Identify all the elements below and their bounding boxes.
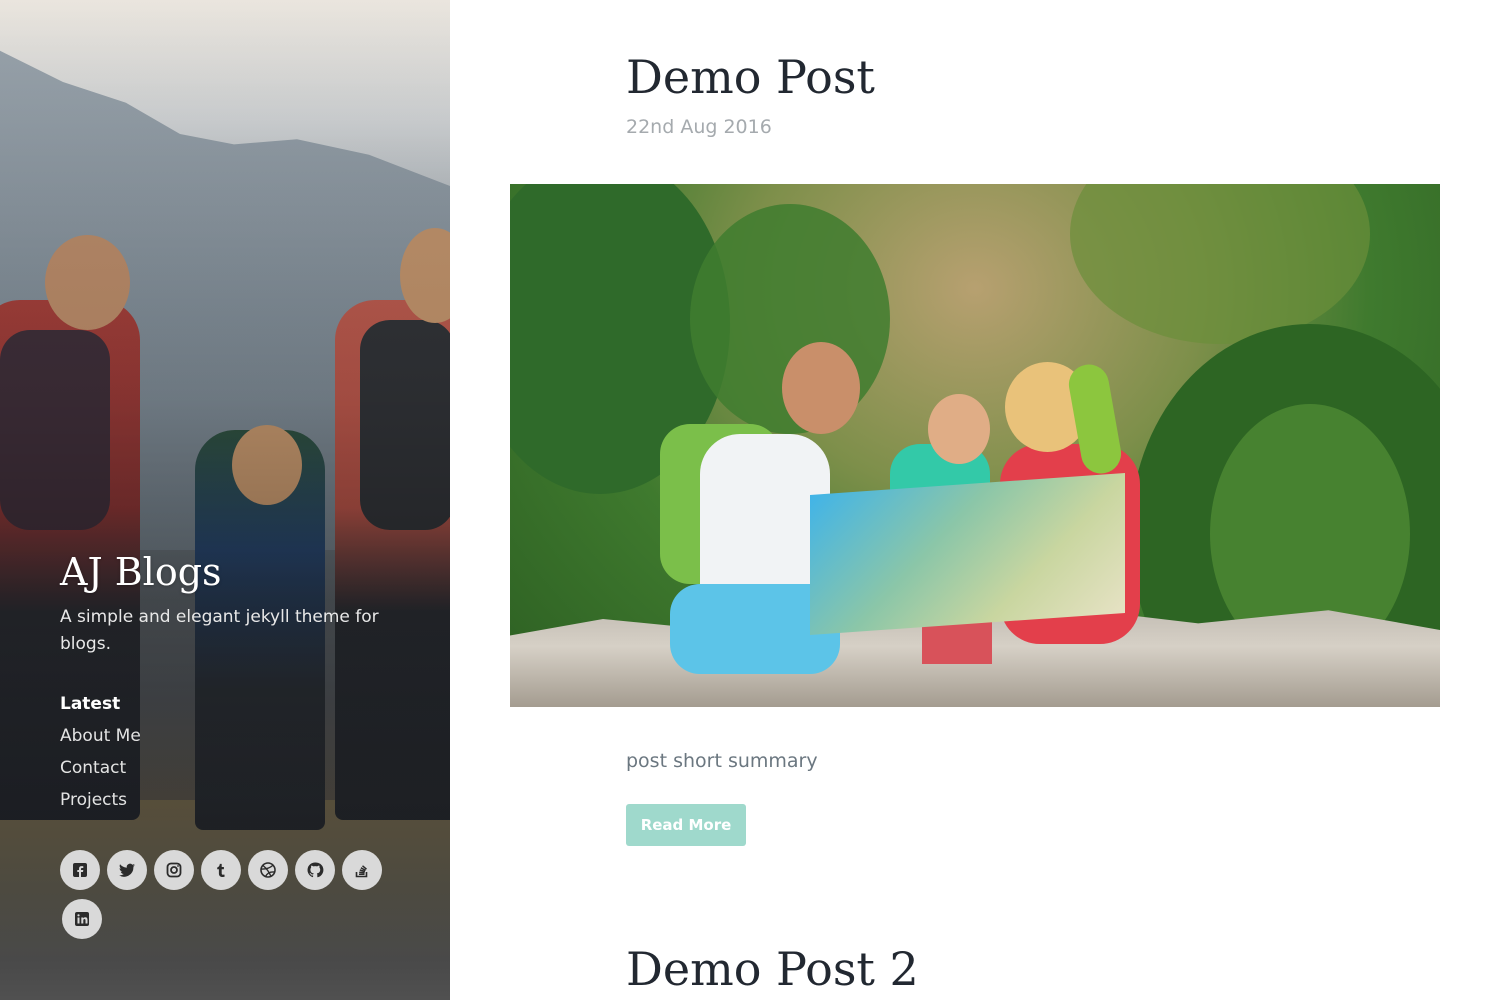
dribbble-icon[interactable]	[248, 850, 288, 890]
read-more-button[interactable]: Read More	[626, 804, 746, 846]
stackoverflow-icon[interactable]	[342, 850, 382, 890]
site-tagline: A simple and elegant jekyll theme for bl…	[60, 607, 379, 654]
main-content: Demo Post 22nd Aug 2016 post short summa…	[450, 0, 1500, 1000]
facebook-icon[interactable]	[60, 850, 100, 890]
linkedin-icon[interactable]	[62, 899, 102, 939]
nav-item-contact[interactable]: Contact	[60, 754, 141, 786]
post-summary: post short summary	[626, 750, 818, 772]
sidebar-nav: Latest About Me Contact Projects	[60, 690, 141, 818]
instagram-icon[interactable]	[154, 850, 194, 890]
nav-item-about-me[interactable]: About Me	[60, 722, 141, 754]
post-title[interactable]: Demo Post 2	[626, 942, 919, 996]
site-title[interactable]: AJ Blogs	[60, 550, 222, 594]
nav-item-latest[interactable]: Latest	[60, 690, 141, 722]
post-featured-image[interactable]	[510, 184, 1440, 707]
twitter-icon[interactable]	[107, 850, 147, 890]
post-title[interactable]: Demo Post	[626, 50, 875, 104]
nav-item-projects[interactable]: Projects	[60, 786, 141, 818]
github-icon[interactable]	[295, 850, 335, 890]
post-date: 22nd Aug 2016	[626, 116, 772, 138]
sidebar: AJ Blogs A simple and elegant jekyll the…	[0, 0, 450, 1000]
tumblr-icon[interactable]	[201, 850, 241, 890]
